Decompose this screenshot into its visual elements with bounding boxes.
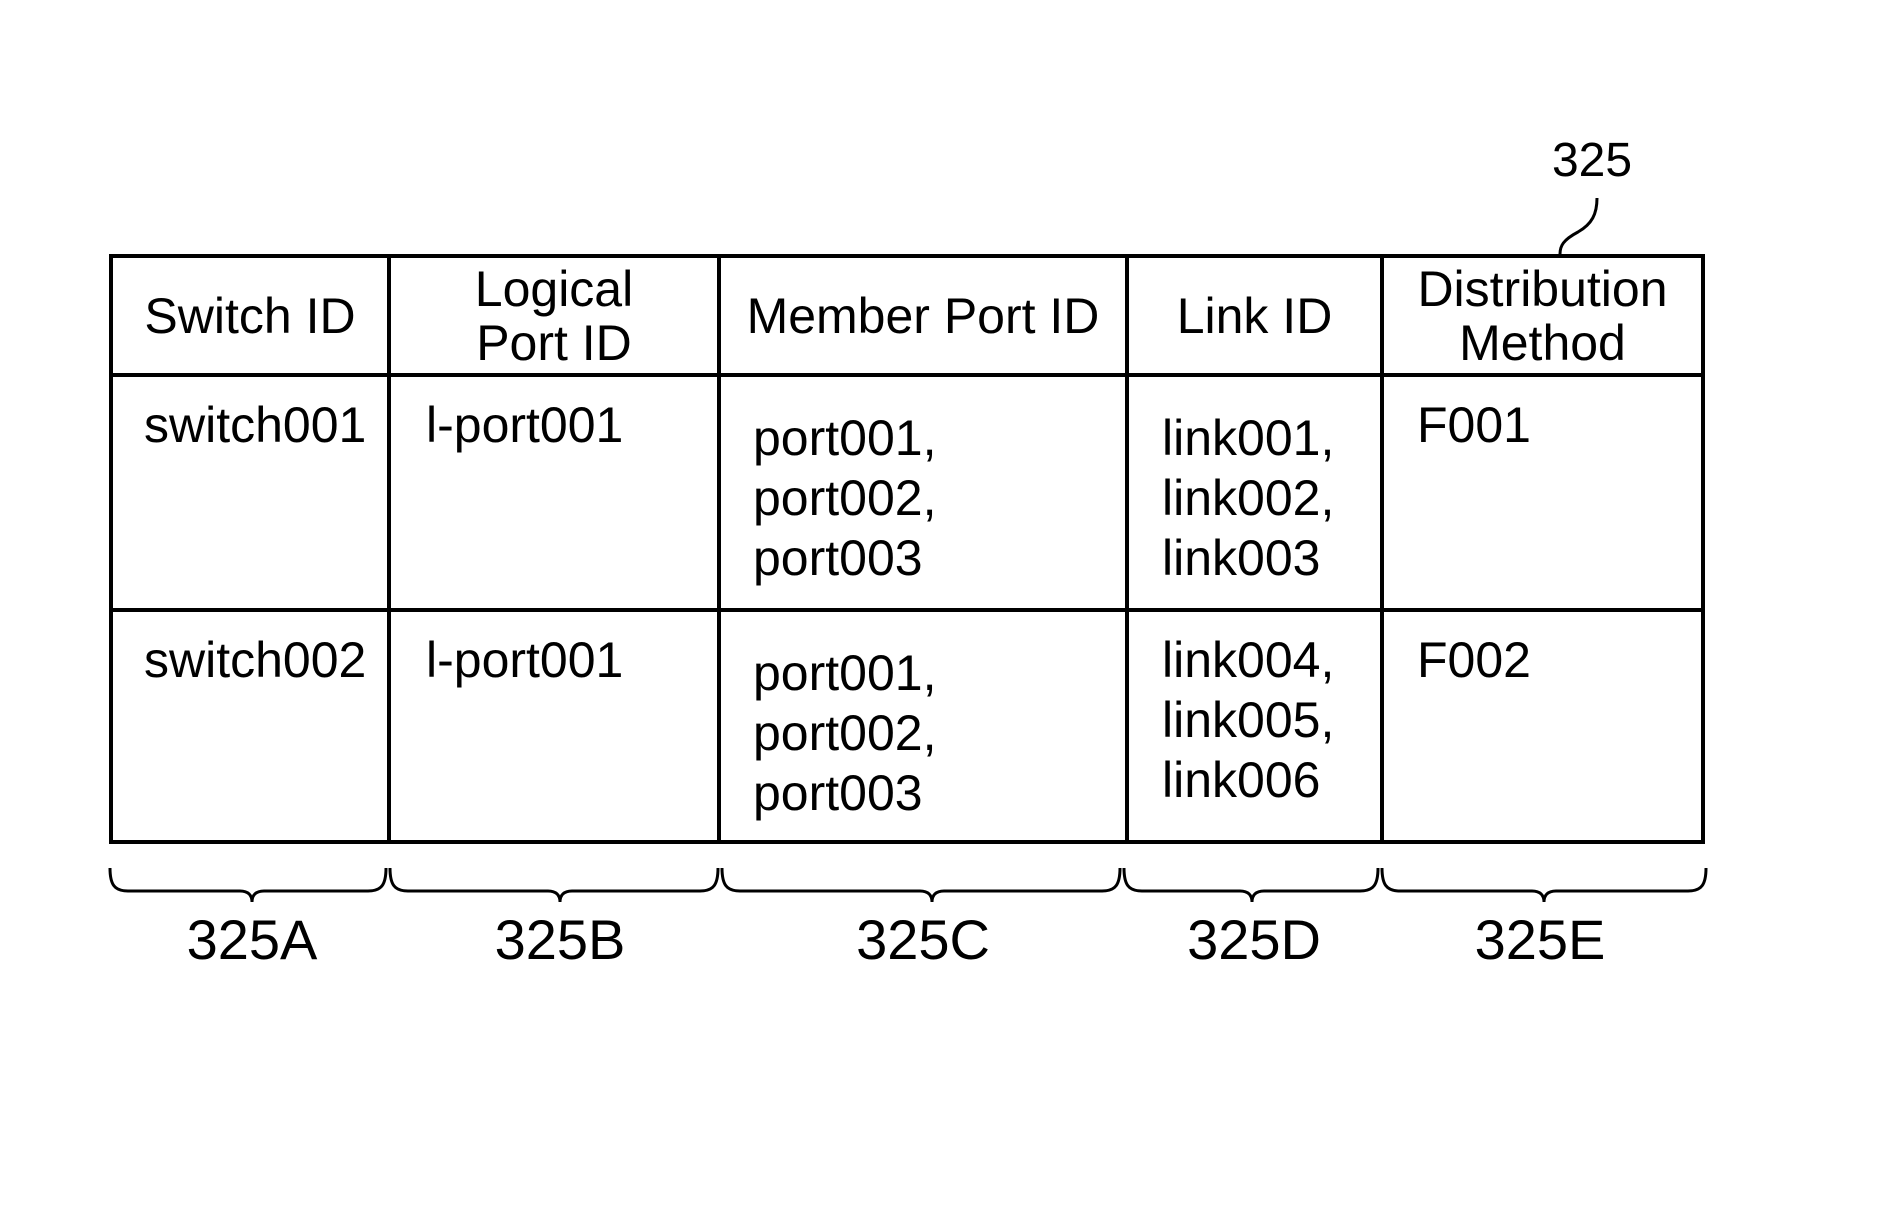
brace-325c bbox=[720, 867, 1122, 903]
column-label-325e: 325E bbox=[1474, 908, 1606, 971]
brace-325e bbox=[1380, 867, 1708, 903]
column-label-325c: 325C bbox=[856, 908, 990, 971]
column-label-325d: 325D bbox=[1187, 908, 1321, 971]
column-braces bbox=[108, 867, 1708, 903]
column-label-325b: 325B bbox=[494, 908, 626, 971]
figure: 325 Switch ID Logical Port ID Member Por… bbox=[0, 0, 1894, 1205]
brace-325b bbox=[388, 867, 720, 903]
brace-325d bbox=[1122, 867, 1380, 903]
brace-325a bbox=[108, 867, 388, 903]
column-label-325a: 325A bbox=[186, 908, 318, 971]
